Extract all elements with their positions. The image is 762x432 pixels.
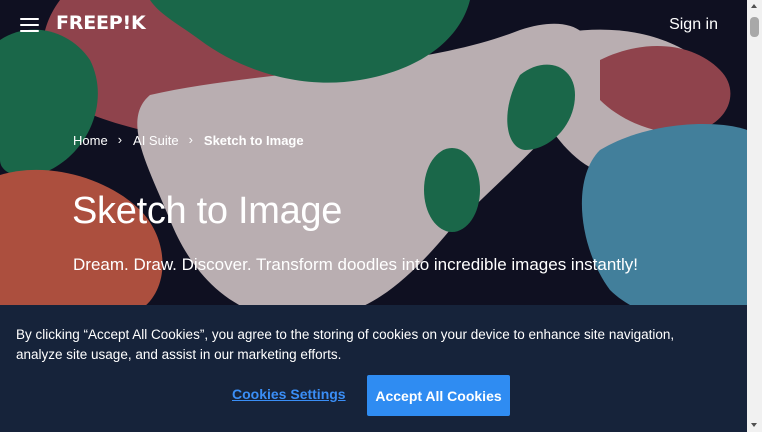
scrollbar-thumb[interactable] <box>750 17 759 37</box>
top-navigation-bar: FREEP!K Sign in <box>0 0 747 50</box>
cookies-settings-button[interactable]: Cookies Settings <box>232 386 346 402</box>
breadcrumb-home-link[interactable]: Home <box>73 133 108 148</box>
menu-button[interactable] <box>18 14 42 36</box>
scroll-down-arrow-icon[interactable] <box>751 423 757 427</box>
vertical-scrollbar[interactable] <box>747 0 762 432</box>
breadcrumb-ai-suite-link[interactable]: AI Suite <box>133 133 179 148</box>
hamburger-icon-line <box>20 30 39 32</box>
scroll-up-arrow-icon[interactable] <box>751 4 757 8</box>
cookie-consent-banner: By clicking “Accept All Cookies”, you ag… <box>0 305 747 432</box>
page-title: Sketch to Image <box>72 190 343 232</box>
breadcrumb: Home › AI Suite › Sketch to Image <box>73 132 304 148</box>
hamburger-icon <box>20 18 39 20</box>
page-viewport: FREEP!K Sign in Home › AI Suite › Sketch… <box>0 0 747 432</box>
hamburger-icon-line <box>20 24 39 26</box>
breadcrumb-current-page: Sketch to Image <box>203 133 304 148</box>
accept-all-cookies-button[interactable]: Accept All Cookies <box>367 375 510 416</box>
cookie-consent-text: By clicking “Accept All Cookies”, you ag… <box>16 327 675 362</box>
freepik-logo[interactable]: FREEP!K <box>56 12 146 34</box>
page-subtitle: Dream. Draw. Discover. Transform doodles… <box>73 255 639 274</box>
chevron-right-icon: › <box>188 132 193 147</box>
sign-in-link[interactable]: Sign in <box>669 16 718 34</box>
chevron-right-icon: › <box>117 132 123 147</box>
